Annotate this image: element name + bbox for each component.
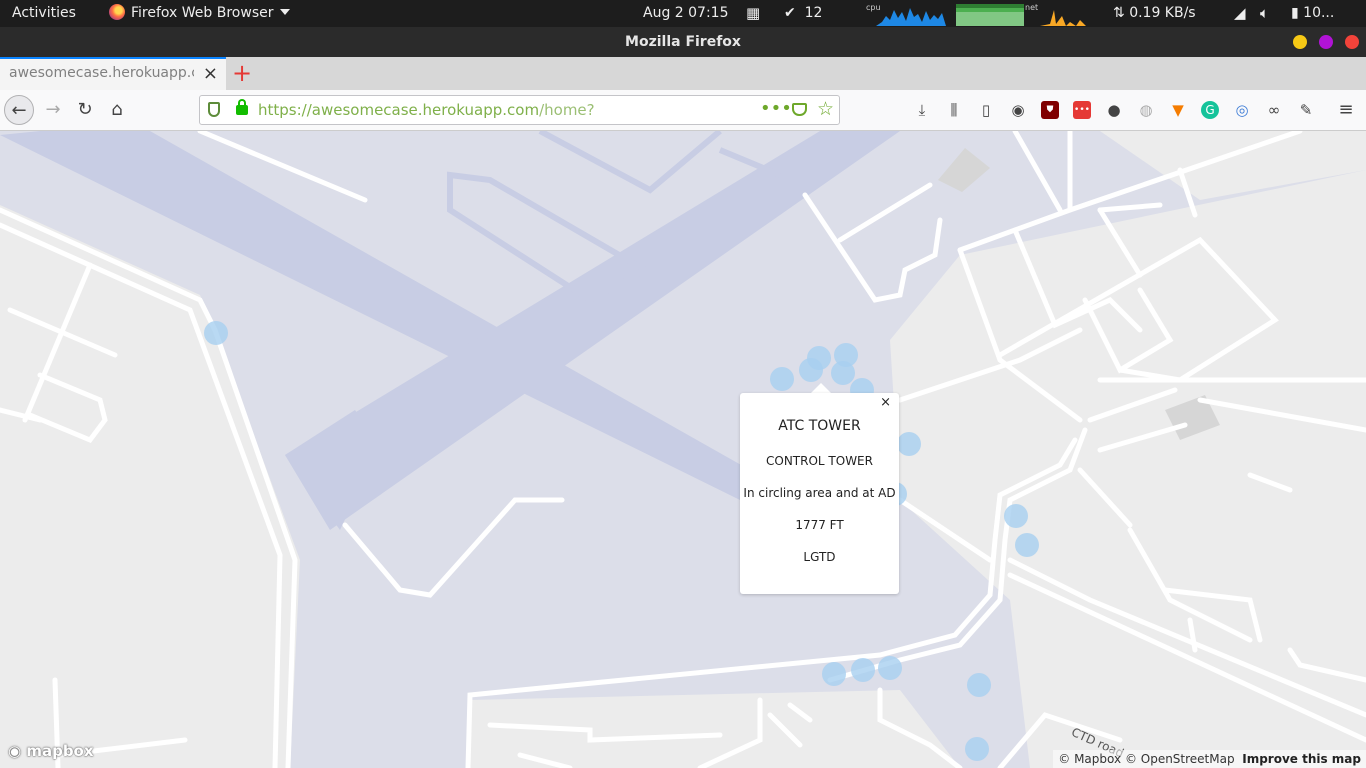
map-marker[interactable] — [822, 662, 846, 686]
attribution-osm-link[interactable]: © OpenStreetMap — [1125, 752, 1235, 766]
extension-bike-icon[interactable]: ∞ — [1265, 101, 1283, 119]
transfer-icon: ⇅ — [1113, 5, 1125, 21]
battery-value: 10... — [1303, 5, 1335, 21]
extension-gray-icon[interactable]: ◍ — [1137, 101, 1155, 119]
cpu-graph — [876, 8, 946, 26]
url-scheme: https:// — [258, 101, 312, 119]
map-marker[interactable] — [799, 358, 823, 382]
reload-button[interactable]: ↻ — [70, 95, 100, 125]
check-icon: ✔ — [784, 5, 796, 21]
map-roads — [0, 131, 1366, 768]
lock-icon[interactable] — [236, 99, 248, 115]
app-menu[interactable]: Firefox Web Browser — [109, 0, 290, 27]
hamburger-menu-icon[interactable]: ≡ — [1337, 101, 1355, 119]
net-speed-value: 0.19 KB/s — [1129, 5, 1196, 21]
battery-icon: ▮ — [1291, 5, 1299, 21]
sidebar-icon[interactable]: ▯ — [977, 101, 995, 119]
tab-strip: awesomecase.herokuapp.com × + — [0, 57, 1366, 90]
map-attribution: © Mapbox © OpenStreetMap Improve this ma… — [1053, 750, 1366, 768]
attribution-mapbox-link[interactable]: © Mapbox — [1058, 752, 1121, 766]
popup-close-button[interactable]: × — [880, 395, 891, 410]
popup-line-height: 1777 FT — [795, 518, 844, 532]
navigation-toolbar: ← → ↻ ⌂ https://awesomecase.herokuapp.co… — [0, 90, 1366, 131]
net-speed: ⇅ 0.19 KB/s — [1113, 0, 1196, 27]
back-button[interactable]: ← — [4, 95, 34, 125]
window-titlebar: Mozilla Firefox — [0, 27, 1366, 57]
map-marker[interactable] — [831, 361, 855, 385]
downloads-icon[interactable]: ⤓ — [913, 101, 931, 119]
battery-indicator[interactable]: ▮ 10... — [1291, 0, 1334, 27]
map-canvas[interactable] — [0, 131, 1366, 768]
extension-glasses-icon[interactable]: ◎ — [1233, 101, 1251, 119]
workspace-icon[interactable]: ▦ — [746, 0, 760, 27]
tasks-indicator[interactable]: ✔ 12 — [784, 0, 822, 27]
map-marker[interactable] — [851, 658, 875, 682]
close-window-button[interactable] — [1345, 35, 1359, 49]
popup-tip — [811, 383, 831, 393]
popup-title: ATC TOWER — [778, 418, 861, 434]
tab-close-button[interactable]: × — [203, 63, 218, 84]
maximize-button[interactable] — [1319, 35, 1333, 49]
tab-active[interactable]: awesomecase.herokuapp.com × — [0, 57, 226, 90]
activities-button[interactable]: Activities — [12, 0, 76, 27]
firefox-icon — [109, 4, 125, 20]
map-marker[interactable] — [878, 656, 902, 680]
page-actions-button[interactable]: ••• — [760, 98, 792, 119]
map-marker[interactable] — [204, 321, 228, 345]
mapbox-logo-text: mapbox — [26, 742, 94, 760]
tab-title: awesomecase.herokuapp.com — [9, 65, 194, 81]
map-marker[interactable] — [1004, 504, 1028, 528]
tasks-count: 12 — [804, 5, 823, 21]
minimize-button[interactable] — [1293, 35, 1307, 49]
map-marker[interactable] — [1015, 533, 1039, 557]
extension-balls-icon[interactable]: ● — [1105, 101, 1123, 119]
map-marker[interactable] — [897, 432, 921, 456]
system-top-bar: Activities Firefox Web Browser Aug 2 07:… — [0, 0, 1366, 27]
volume-icon[interactable]: 🔈︎ — [1260, 0, 1269, 27]
mapbox-icon: ◉ — [8, 742, 22, 760]
memory-graph — [956, 4, 1024, 26]
chevron-down-icon — [279, 9, 290, 15]
library-icon[interactable]: ⫼ — [945, 101, 963, 119]
extension-dots-icon[interactable]: ••• — [1073, 101, 1091, 119]
app-menu-label: Firefox Web Browser — [131, 5, 274, 21]
grammarly-icon[interactable]: G — [1201, 101, 1219, 119]
metamask-fox-icon[interactable]: ▼ — [1169, 101, 1187, 119]
account-icon[interactable]: ◉ — [1009, 101, 1027, 119]
clock[interactable]: Aug 2 07:15 — [643, 0, 729, 27]
improve-map-link[interactable]: Improve this map — [1242, 752, 1361, 766]
url-path: /home? — [539, 101, 595, 119]
map-marker[interactable] — [967, 673, 991, 697]
url-text[interactable]: https://awesomecase.herokuapp.com/home? — [258, 101, 595, 119]
wifi-icon[interactable]: ◢ — [1234, 0, 1246, 27]
building — [938, 148, 990, 192]
map-marker[interactable] — [770, 367, 794, 391]
net-label: net — [1025, 3, 1039, 12]
map-marker[interactable] — [965, 737, 989, 761]
popup-line-lighting: LGTD — [803, 550, 836, 564]
apron — [285, 410, 380, 530]
pocket-icon[interactable] — [792, 103, 807, 116]
forward-button[interactable]: → — [38, 95, 68, 125]
ublock-icon[interactable]: ⛊ — [1041, 101, 1059, 119]
home-button[interactable]: ⌂ — [102, 95, 132, 125]
bookmark-star-icon[interactable]: ☆ — [817, 98, 834, 120]
window-title: Mozilla Firefox — [625, 34, 741, 50]
url-host: awesomecase.herokuapp.com — [311, 101, 540, 119]
new-tab-button[interactable]: + — [231, 58, 253, 88]
popup-line-type: CONTROL TOWER — [766, 454, 873, 468]
map-popup: × ATC TOWER CONTROL TOWER In circling ar… — [740, 393, 899, 594]
mapbox-logo[interactable]: ◉ mapbox — [8, 742, 94, 760]
net-graph — [1040, 10, 1106, 26]
popup-line-area: In circling area and at AD — [743, 486, 896, 500]
tracking-shield-icon[interactable] — [208, 102, 220, 117]
url-bar[interactable]: https://awesomecase.herokuapp.com/home? … — [199, 95, 840, 125]
extension-edit-icon[interactable]: ✎ — [1297, 101, 1315, 119]
